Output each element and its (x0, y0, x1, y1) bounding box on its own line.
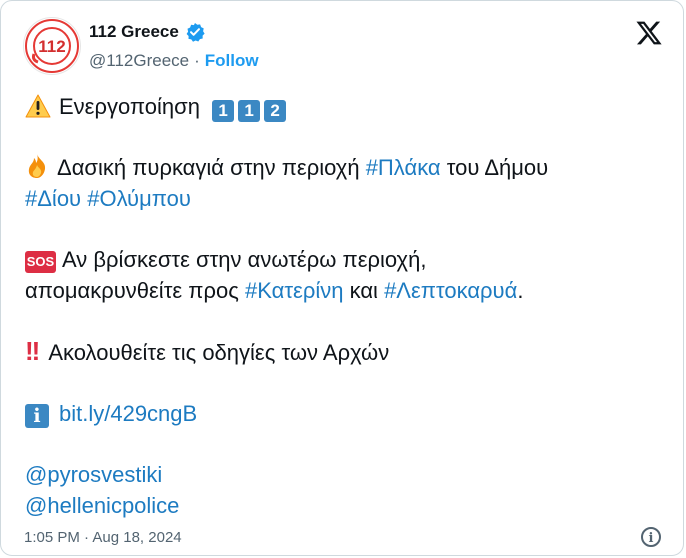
tweet-date[interactable]: Aug 18, 2024 (92, 529, 181, 546)
avatar-logo-icon: 112 (25, 19, 79, 73)
tweet-body: Ενεργοποίηση 112 Δασική πυρκαγιά στην πε… (25, 91, 663, 521)
account-handle[interactable]: @112Greece (89, 51, 189, 71)
tweet-line-fire: Δασική πυρκαγιά στην περιοχή #Πλάκα του … (25, 152, 663, 183)
separator-dot: · (194, 51, 200, 70)
information-icon: i (25, 404, 49, 428)
fire-icon (28, 154, 46, 178)
account-name[interactable]: 112 Greece (89, 22, 179, 42)
double-exclamation-icon: !! (25, 336, 40, 366)
handle-row: @112Greece · Follow (89, 51, 259, 71)
instructions-text: Ακολουθείτε τις οδηγίες των Αρχών (48, 340, 390, 365)
tweet-line-sos: SOS Αν βρίσκεστε στην ανωτέρω περιοχή, (25, 244, 663, 275)
evacuate-and: και (349, 278, 378, 303)
sos-text: Αν βρίσκεστε στην ανωτέρω περιοχή, (62, 247, 427, 272)
tweet-line-mention-2: @hellenicpolice (25, 490, 663, 521)
account-name-row: 112 Greece (89, 22, 205, 42)
hashtag-plaka-link[interactable]: #Πλάκα (366, 155, 441, 180)
tweet-line-evacuate: απομακρυνθείτε προς #Κατερίνη και #Λεπτο… (25, 275, 663, 306)
tweet-line-mention-1: @pyrosvestiki (25, 459, 663, 490)
info-circle-icon[interactable]: i (641, 527, 661, 547)
activation-text: Ενεργοποίηση (59, 94, 200, 119)
fire-text-after: του Δήμου (446, 155, 549, 180)
tweet-time[interactable]: 1:05 PM (24, 529, 80, 546)
tweet-footer: 1:05 PM · Aug 18, 2024 i (24, 527, 661, 547)
tweet-line-link: i bit.ly/429cngB (25, 398, 663, 429)
tweet-header: 112 112 Greece @112Greece · Follow (23, 17, 663, 77)
keycap-2-icon: 2 (264, 100, 287, 122)
tweet-line-hashtags: #Δίου #Ολύμπου (25, 183, 663, 214)
tweet-card: 112 112 Greece @112Greece · Follow Ενεργ… (0, 0, 684, 556)
warning-icon (25, 94, 51, 118)
mention-pyrosvestiki-link[interactable]: @pyrosvestiki (25, 462, 162, 487)
tweet-line-activation: Ενεργοποίηση 112 (25, 91, 663, 122)
footer-separator: · (84, 529, 90, 546)
hashtag-katerini-link[interactable]: #Κατερίνη (245, 278, 344, 303)
keycap-1-icon: 1 (238, 100, 261, 122)
hashtag-olympou-link[interactable]: #Ολύμπου (87, 186, 191, 211)
hashtag-leptokarya-link[interactable]: #Λεπτοκαρυά (384, 278, 517, 303)
verified-badge-icon (186, 23, 205, 42)
short-link[interactable]: bit.ly/429cngB (59, 401, 197, 426)
evacuate-text: απομακρυνθείτε προς (25, 278, 239, 303)
fire-text: Δασική πυρκαγιά στην περιοχή (57, 155, 360, 180)
hashtag-diou-link[interactable]: #Δίου (25, 186, 81, 211)
avatar[interactable]: 112 (23, 17, 81, 75)
follow-button[interactable]: Follow (205, 51, 259, 71)
mention-hellenicpolice-link[interactable]: @hellenicpolice (25, 493, 179, 518)
sos-icon: SOS (25, 251, 56, 273)
keycap-1-icon: 1 (212, 100, 235, 122)
tweet-line-instructions: !! Ακολουθείτε τις οδηγίες των Αρχών (25, 336, 663, 368)
evacuate-period: . (517, 278, 524, 303)
x-logo-icon[interactable] (635, 19, 663, 47)
avatar-number: 112 (38, 37, 65, 56)
